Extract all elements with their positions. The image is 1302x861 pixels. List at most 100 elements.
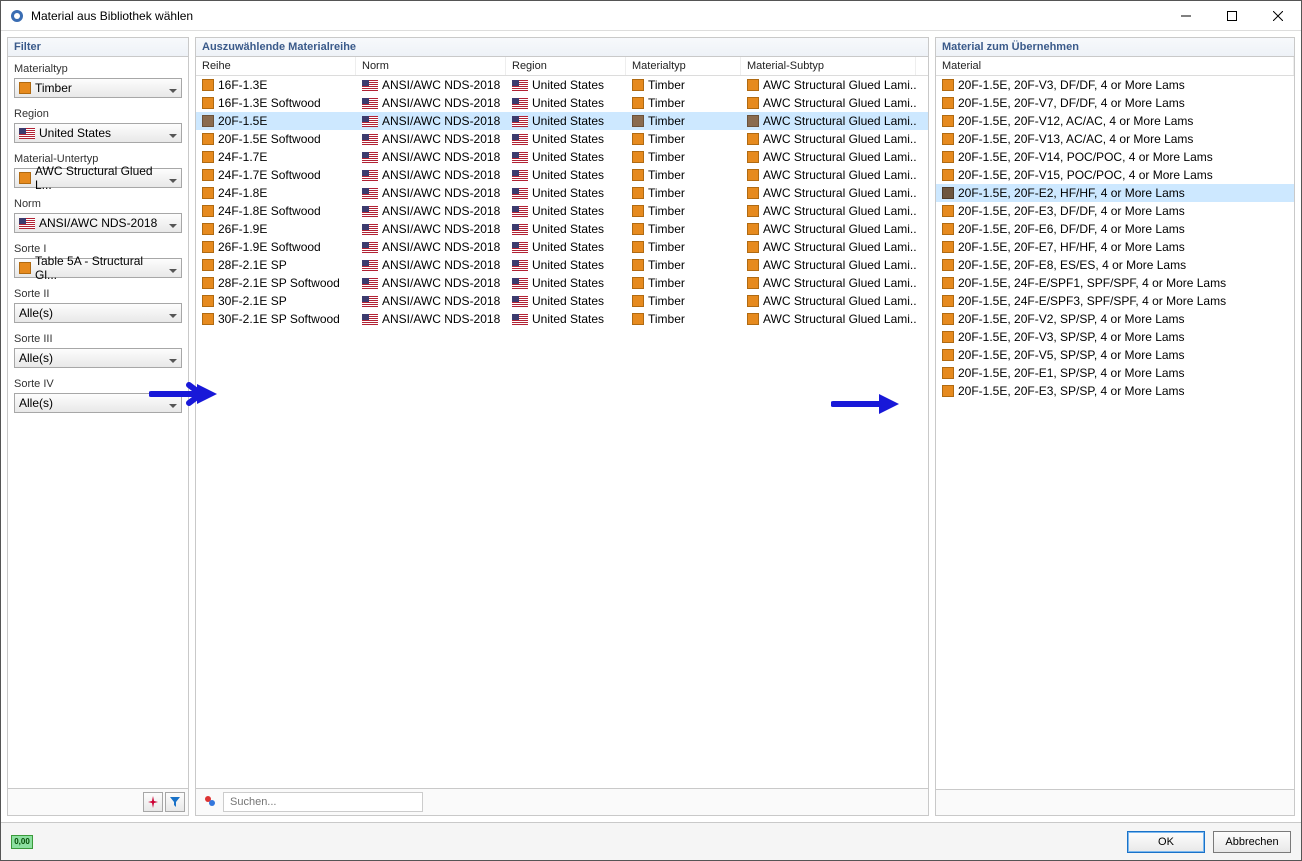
table-row[interactable]: 28F-2.1E SPANSI/AWC NDS-2018United State…: [196, 256, 928, 274]
us-flag-icon: [362, 278, 378, 289]
material-name: 20F-1.5E, 20F-V2, SP/SP, 4 or More Lams: [958, 312, 1185, 326]
us-flag-icon: [362, 260, 378, 271]
cell-norm: ANSI/AWC NDS-2018: [382, 294, 500, 308]
series-panel: Auszuwählende Materialreihe Reihe Norm R…: [195, 37, 929, 816]
table-row[interactable]: 30F-2.1E SPANSI/AWC NDS-2018United State…: [196, 292, 928, 310]
list-item[interactable]: 20F-1.5E, 20F-V7, DF/DF, 4 or More Lams: [936, 94, 1294, 112]
chevron-down-icon: [169, 264, 177, 272]
unit-badge[interactable]: 0,00: [11, 835, 33, 849]
timber-swatch-icon: [202, 79, 214, 91]
list-item[interactable]: 20F-1.5E, 24F-E/SPF3, SPF/SPF, 4 or More…: [936, 292, 1294, 310]
table-row[interactable]: 24F-1.8EANSI/AWC NDS-2018United StatesTi…: [196, 184, 928, 202]
chevron-down-icon: [169, 219, 177, 227]
timber-swatch-icon: [202, 187, 214, 199]
pin-filter-button[interactable]: [143, 792, 163, 812]
us-flag-icon: [362, 80, 378, 91]
table-row[interactable]: 20F-1.5E SoftwoodANSI/AWC NDS-2018United…: [196, 130, 928, 148]
cell-typ: Timber: [648, 168, 685, 182]
cell-region: United States: [532, 258, 604, 272]
subtyp-swatch-icon: [747, 151, 759, 163]
sorte4-combo[interactable]: Alle(s): [14, 393, 182, 413]
sorte3-combo[interactable]: Alle(s): [14, 348, 182, 368]
material-name: 20F-1.5E, 20F-V14, POC/POC, 4 or More La…: [958, 150, 1213, 164]
table-row[interactable]: 24F-1.7EANSI/AWC NDS-2018United StatesTi…: [196, 148, 928, 166]
us-flag-icon: [512, 98, 528, 109]
list-item[interactable]: 20F-1.5E, 20F-E8, ES/ES, 4 or More Lams: [936, 256, 1294, 274]
col-subtyp[interactable]: Material-Subtyp: [741, 57, 916, 75]
apply-filter-button[interactable]: [165, 792, 185, 812]
list-item[interactable]: 20F-1.5E, 20F-E2, HF/HF, 4 or More Lams: [936, 184, 1294, 202]
cell-norm: ANSI/AWC NDS-2018: [382, 276, 500, 290]
cell-norm: ANSI/AWC NDS-2018: [382, 204, 500, 218]
material-name: 20F-1.5E, 20F-E2, HF/HF, 4 or More Lams: [958, 186, 1185, 200]
col-norm[interactable]: Norm: [356, 57, 506, 75]
subtyp-swatch-icon: [747, 241, 759, 253]
material-swatch-icon: [942, 115, 954, 127]
table-row[interactable]: 26F-1.9E SoftwoodANSI/AWC NDS-2018United…: [196, 238, 928, 256]
cell-subtyp: AWC Structural Glued Lami...: [763, 222, 916, 236]
list-item[interactable]: 20F-1.5E, 20F-V3, DF/DF, 4 or More Lams: [936, 76, 1294, 94]
table-row[interactable]: 20F-1.5EANSI/AWC NDS-2018United StatesTi…: [196, 112, 928, 130]
list-item[interactable]: 20F-1.5E, 20F-V3, SP/SP, 4 or More Lams: [936, 328, 1294, 346]
us-flag-icon: [512, 314, 528, 325]
list-item[interactable]: 20F-1.5E, 20F-E3, SP/SP, 4 or More Lams: [936, 382, 1294, 400]
list-item[interactable]: 20F-1.5E, 20F-V12, AC/AC, 4 or More Lams: [936, 112, 1294, 130]
cancel-button[interactable]: Abbrechen: [1213, 831, 1291, 853]
cell-norm: ANSI/AWC NDS-2018: [382, 150, 500, 164]
table-row[interactable]: 16F-1.3E SoftwoodANSI/AWC NDS-2018United…: [196, 94, 928, 112]
col-region[interactable]: Region: [506, 57, 626, 75]
col-typ[interactable]: Materialtyp: [626, 57, 741, 75]
table-row[interactable]: 16F-1.3EANSI/AWC NDS-2018United StatesTi…: [196, 76, 928, 94]
cell-reihe: 24F-1.7E Softwood: [218, 168, 321, 182]
us-flag-icon: [512, 80, 528, 91]
us-flag-icon: [512, 224, 528, 235]
list-item[interactable]: 20F-1.5E, 20F-E3, DF/DF, 4 or More Lams: [936, 202, 1294, 220]
window-title: Material aus Bibliothek wählen: [31, 9, 1163, 23]
series-header: Auszuwählende Materialreihe: [196, 38, 928, 57]
us-flag-icon: [362, 224, 378, 235]
us-flag-icon: [362, 206, 378, 217]
search-input[interactable]: [223, 792, 423, 812]
cell-typ: Timber: [648, 312, 685, 326]
list-item[interactable]: 20F-1.5E, 20F-V13, AC/AC, 4 or More Lams: [936, 130, 1294, 148]
list-item[interactable]: 20F-1.5E, 20F-E1, SP/SP, 4 or More Lams: [936, 364, 1294, 382]
sorte2-combo[interactable]: Alle(s): [14, 303, 182, 323]
us-flag-icon: [512, 296, 528, 307]
list-item[interactable]: 20F-1.5E, 20F-V15, POC/POC, 4 or More La…: [936, 166, 1294, 184]
list-item[interactable]: 20F-1.5E, 24F-E/SPF1, SPF/SPF, 4 or More…: [936, 274, 1294, 292]
material-name: 20F-1.5E, 20F-V13, AC/AC, 4 or More Lams: [958, 132, 1193, 146]
chevron-down-icon: [169, 174, 177, 182]
sorte1-combo[interactable]: Table 5A - Structural Gl...: [14, 258, 182, 278]
subtyp-swatch-icon: [747, 277, 759, 289]
close-button[interactable]: [1255, 1, 1301, 31]
table-row[interactable]: 24F-1.7E SoftwoodANSI/AWC NDS-2018United…: [196, 166, 928, 184]
sorte3-label: Sorte III: [14, 333, 182, 345]
subtyp-combo[interactable]: AWC Structural Glued L...: [14, 168, 182, 188]
list-item[interactable]: 20F-1.5E, 20F-E7, HF/HF, 4 or More Lams: [936, 238, 1294, 256]
table-row[interactable]: 26F-1.9EANSI/AWC NDS-2018United StatesTi…: [196, 220, 928, 238]
timber-swatch-icon: [632, 259, 644, 271]
table-row[interactable]: 24F-1.8E SoftwoodANSI/AWC NDS-2018United…: [196, 202, 928, 220]
norm-combo[interactable]: ANSI/AWC NDS-2018: [14, 213, 182, 233]
materialtyp-combo[interactable]: Timber: [14, 78, 182, 98]
list-item[interactable]: 20F-1.5E, 20F-V2, SP/SP, 4 or More Lams: [936, 310, 1294, 328]
list-item[interactable]: 20F-1.5E, 20F-E6, DF/DF, 4 or More Lams: [936, 220, 1294, 238]
us-flag-icon: [362, 242, 378, 253]
material-name: 20F-1.5E, 20F-E8, ES/ES, 4 or More Lams: [958, 258, 1186, 272]
chevron-down-icon: [169, 309, 177, 317]
table-row[interactable]: 30F-2.1E SP SoftwoodANSI/AWC NDS-2018Uni…: [196, 310, 928, 328]
col-reihe[interactable]: Reihe: [196, 57, 356, 75]
subtyp-swatch-icon: [747, 313, 759, 325]
maximize-button[interactable]: [1209, 1, 1255, 31]
cell-norm: ANSI/AWC NDS-2018: [382, 258, 500, 272]
material-name: 20F-1.5E, 20F-V5, SP/SP, 4 or More Lams: [958, 348, 1185, 362]
region-combo[interactable]: United States: [14, 123, 182, 143]
timber-swatch-icon: [202, 277, 214, 289]
material-swatch-icon: [942, 205, 954, 217]
col-material[interactable]: Material: [936, 57, 1294, 75]
list-item[interactable]: 20F-1.5E, 20F-V5, SP/SP, 4 or More Lams: [936, 346, 1294, 364]
ok-button[interactable]: OK: [1127, 831, 1205, 853]
minimize-button[interactable]: [1163, 1, 1209, 31]
table-row[interactable]: 28F-2.1E SP SoftwoodANSI/AWC NDS-2018Uni…: [196, 274, 928, 292]
list-item[interactable]: 20F-1.5E, 20F-V14, POC/POC, 4 or More La…: [936, 148, 1294, 166]
